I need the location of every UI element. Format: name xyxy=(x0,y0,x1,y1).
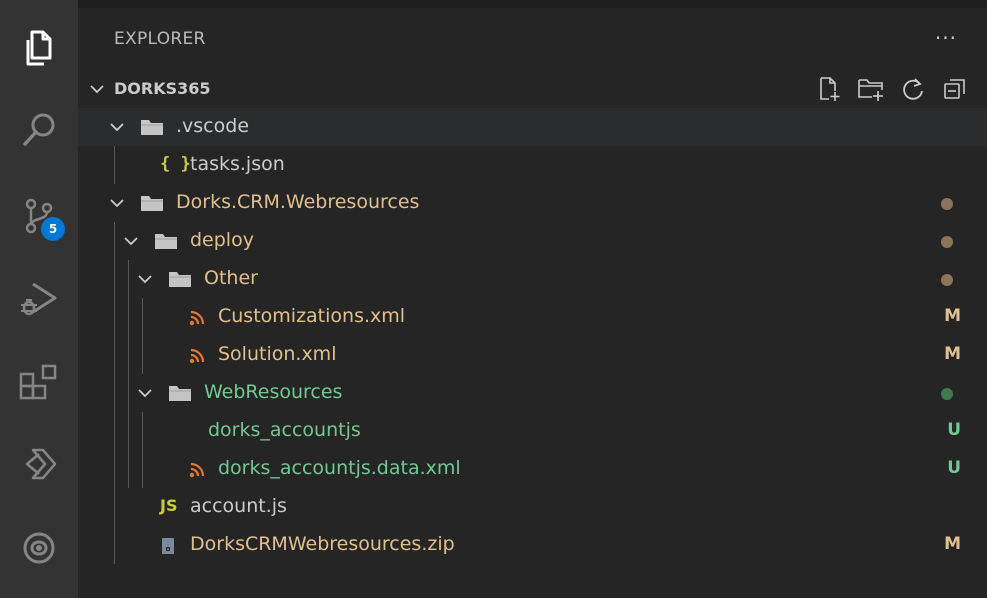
explorer-title: EXPLORER xyxy=(114,29,206,49)
chevron-down-icon[interactable] xyxy=(136,384,154,406)
tree-item-label: deploy xyxy=(190,229,254,251)
editor-top-strip xyxy=(78,0,987,8)
tree-item-label: Dorks.CRM.Webresources xyxy=(176,191,420,213)
power-platform-icon[interactable] xyxy=(0,434,78,494)
git-status-dot xyxy=(941,274,953,286)
workspace-section-header[interactable]: DORKS365 xyxy=(78,70,987,108)
js-file-icon: JS xyxy=(160,496,178,515)
workspace-title: DORKS365 xyxy=(114,79,211,98)
rss-xml-file-icon xyxy=(188,461,206,483)
folder-icon xyxy=(168,383,192,407)
tree-item-label: DorksCRMWebresources.zip xyxy=(190,533,455,555)
search-icon[interactable] xyxy=(0,100,78,160)
tree-item-label: .vscode xyxy=(176,115,250,137)
tree-item-folder[interactable]: WebResources xyxy=(78,374,987,412)
json-file-icon: { } xyxy=(160,154,191,174)
git-status-badge: M xyxy=(944,344,961,364)
rss-xml-file-icon xyxy=(188,347,206,369)
files-icon[interactable] xyxy=(0,18,78,78)
tree-item-label: dorks_accountjs.data.xml xyxy=(218,457,461,479)
chevron-down-icon[interactable] xyxy=(108,194,126,216)
tree-item-zip[interactable]: DorksCRMWebresources.zip M xyxy=(78,526,987,564)
tree-item-json[interactable]: { } tasks.json xyxy=(78,146,987,184)
chevron-down-icon[interactable] xyxy=(108,118,126,140)
activity-bar: 5 xyxy=(0,0,78,598)
git-status-badge: M xyxy=(944,534,961,554)
git-status-badge: M xyxy=(944,306,961,326)
git-status-badge: U xyxy=(947,458,961,478)
chevron-down-icon[interactable] xyxy=(136,270,154,292)
indent-guide xyxy=(128,260,129,488)
tree-item-folder[interactable]: .vscode xyxy=(78,108,987,146)
folder-icon xyxy=(140,117,164,141)
new-file-icon[interactable] xyxy=(813,74,845,104)
explorer-actions xyxy=(813,74,971,104)
rss-xml-file-icon xyxy=(188,309,206,331)
tree-item-label: Customizations.xml xyxy=(218,305,406,327)
new-folder-icon[interactable] xyxy=(855,74,887,104)
tree-item-xml[interactable]: Customizations.xml M xyxy=(78,298,987,336)
indent-guide xyxy=(114,222,115,564)
indent-guide xyxy=(142,298,143,374)
tree-item-folder[interactable]: Dorks.CRM.Webresources xyxy=(78,184,987,222)
folder-icon xyxy=(140,193,164,217)
indent-guide xyxy=(142,412,143,488)
zip-file-icon xyxy=(160,536,176,560)
source-control-badge: 5 xyxy=(41,217,65,241)
dataverse-icon[interactable] xyxy=(0,518,78,578)
git-status-dot xyxy=(941,198,953,210)
folder-icon xyxy=(168,269,192,293)
tree-item-label: dorks_accountjs xyxy=(208,419,361,441)
tree-item-label: tasks.json xyxy=(190,153,285,175)
tree-item-label: account.js xyxy=(190,495,287,517)
tree-item-none[interactable]: dorks_accountjs U xyxy=(78,412,987,450)
explorer-sidebar: EXPLORER ··· DORKS365 .vscode {} tasks.… xyxy=(78,0,987,598)
collapse-all-icon[interactable] xyxy=(939,74,971,104)
git-status-dot xyxy=(941,236,953,248)
refresh-icon[interactable] xyxy=(897,74,929,104)
extensions-icon[interactable] xyxy=(0,352,78,412)
tree-item-xml[interactable]: Solution.xml M xyxy=(78,336,987,374)
tree-item-label: Other xyxy=(204,267,258,289)
git-status-badge: U xyxy=(947,420,961,440)
more-actions-button[interactable]: ··· xyxy=(935,26,957,50)
indent-guide xyxy=(114,146,115,184)
tree-item-folder[interactable]: deploy xyxy=(78,222,987,260)
run-debug-icon[interactable] xyxy=(0,268,78,328)
source-control-icon[interactable] xyxy=(0,186,78,246)
tree-item-folder[interactable]: Other xyxy=(78,260,987,298)
chevron-down-icon[interactable] xyxy=(122,232,140,254)
git-status-dot xyxy=(941,388,953,400)
folder-icon xyxy=(154,231,178,255)
chevron-down-icon xyxy=(88,80,106,102)
tree-item-xml[interactable]: dorks_accountjs.data.xml U xyxy=(78,450,987,488)
tree-item-label: Solution.xml xyxy=(218,343,337,365)
tree-item-js[interactable]: JS account.js xyxy=(78,488,987,526)
tree-item-label: WebResources xyxy=(204,381,343,403)
file-tree: .vscode { } tasks.json Dorks.CRM.Webresourc… xyxy=(78,108,987,564)
